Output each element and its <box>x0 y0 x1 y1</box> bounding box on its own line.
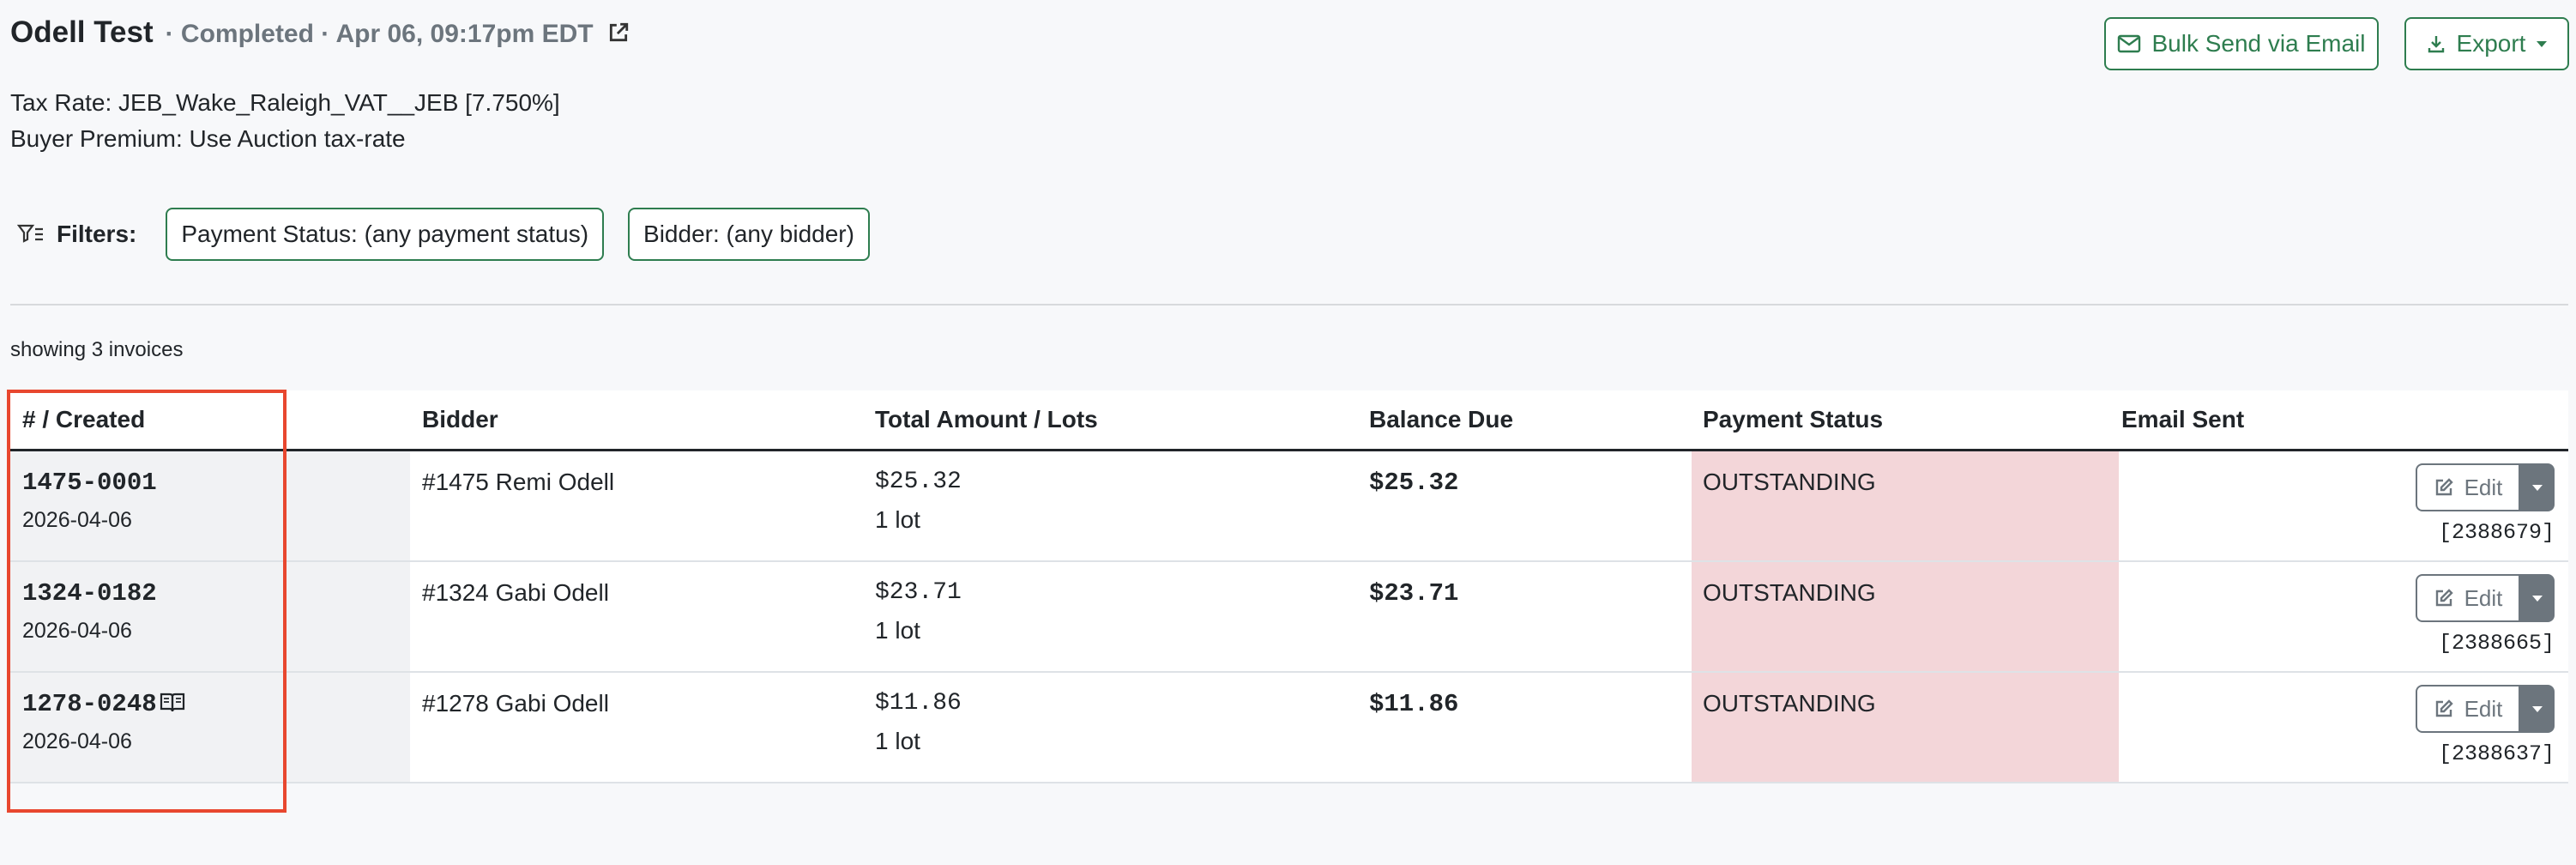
invoice-count: showing 3 invoices <box>10 338 184 361</box>
table-row: 1324-0182 2026-04-06 #1324 Gabi Odell $2… <box>10 562 2568 673</box>
payment-status-value: OUTSTANDING <box>1703 469 1876 495</box>
edit-dropdown-toggle[interactable] <box>2520 463 2555 511</box>
invoice-id: [2388679] <box>2438 520 2555 545</box>
edit-button[interactable]: Edit <box>2416 574 2520 622</box>
payment-status-cell: OUTSTANDING <box>1692 673 2119 782</box>
edit-icon <box>2435 699 2453 717</box>
filters-label: Filters: <box>57 221 137 247</box>
payment-status-cell: OUTSTANDING <box>1692 451 2119 560</box>
column-header-total[interactable]: Total Amount / Lots <box>875 406 1098 433</box>
edit-icon <box>2435 589 2453 607</box>
caret-down-icon <box>2532 596 2543 602</box>
envelope-icon <box>2118 34 2141 53</box>
download-icon <box>2428 36 2444 53</box>
table-header: # / Created Bidder Total Amount / Lots B… <box>10 390 2568 451</box>
edit-button[interactable]: Edit <box>2416 463 2520 511</box>
total-amount: $23.71 <box>875 579 962 606</box>
column-header-payment-status[interactable]: Payment Status <box>1703 406 1883 433</box>
invoices-table: # / Created Bidder Total Amount / Lots B… <box>10 390 2568 783</box>
payment-status-filter[interactable]: Payment Status: (any payment status) <box>166 208 605 261</box>
tax-rate: Tax Rate: JEB_Wake_Raleigh_VAT__JEB [7.7… <box>10 89 560 116</box>
bulk-send-label: Bulk Send via Email <box>2151 30 2366 57</box>
payment-status-cell: OUTSTANDING <box>1692 562 2119 671</box>
caret-down-icon <box>2532 485 2543 491</box>
total-amount: $25.32 <box>875 469 962 495</box>
page-title: Odell Test <box>10 15 154 49</box>
column-header-balance-due[interactable]: Balance Due <box>1369 406 1513 433</box>
page-header: Odell Test · Completed · Apr 06, 09:17pm… <box>10 15 630 50</box>
export-label: Export <box>2456 30 2526 57</box>
total-amount: $11.86 <box>875 690 962 717</box>
bidder-link[interactable]: #1324 Gabi Odell <box>422 579 609 607</box>
caret-down-icon <box>2537 41 2548 47</box>
payment-status-value: OUTSTANDING <box>1703 579 1876 606</box>
balance-due: $23.71 <box>1369 579 1459 608</box>
bidder-link[interactable]: #1475 Remi Odell <box>422 469 614 496</box>
edit-button-group: Edit <box>2416 685 2555 733</box>
filter-icon <box>17 224 43 243</box>
edit-dropdown-toggle[interactable] <box>2520 574 2555 622</box>
payment-status-value: OUTSTANDING <box>1703 690 1876 717</box>
table-row: 1278-0248 2026-04-06 #1278 Gabi Odell $1… <box>10 673 2568 783</box>
edit-dropdown-toggle[interactable] <box>2520 685 2555 733</box>
auction-status: · Completed · Apr 06, 09:17pm EDT <box>165 20 594 48</box>
caret-down-icon <box>2532 706 2543 712</box>
lot-count: 1 lot <box>875 617 920 644</box>
edit-icon <box>2435 478 2453 496</box>
column-header-bidder[interactable]: Bidder <box>422 406 498 433</box>
buyer-premium: Buyer Premium: Use Auction tax-rate <box>10 125 406 152</box>
bidder-filter[interactable]: Bidder: (any bidder) <box>628 208 870 261</box>
lot-count: 1 lot <box>875 728 920 754</box>
bulk-send-email-button[interactable]: Bulk Send via Email <box>2104 17 2379 70</box>
column-header-email-sent[interactable]: Email Sent <box>2121 406 2244 433</box>
invoice-id: [2388665] <box>2438 631 2555 656</box>
filters-bar: Filters: Payment Status: (any payment st… <box>17 208 894 261</box>
divider <box>10 304 2568 305</box>
bidder-link[interactable]: #1278 Gabi Odell <box>422 690 609 717</box>
table-row: 1475-0001 2026-04-06 #1475 Remi Odell $2… <box>10 451 2568 562</box>
lot-count: 1 lot <box>875 506 920 533</box>
edit-label: Edit <box>2464 474 2503 500</box>
export-dropdown-button[interactable]: Export <box>2404 17 2569 70</box>
edit-button-group: Edit <box>2416 574 2555 622</box>
edit-button[interactable]: Edit <box>2416 685 2520 733</box>
balance-due: $11.86 <box>1369 690 1459 718</box>
external-link-icon[interactable] <box>607 21 630 44</box>
edit-label: Edit <box>2464 695 2503 722</box>
highlight-box <box>7 390 287 813</box>
balance-due: $25.32 <box>1369 469 1459 497</box>
edit-label: Edit <box>2464 584 2503 611</box>
edit-button-group: Edit <box>2416 463 2555 511</box>
invoice-id: [2388637] <box>2438 741 2555 766</box>
